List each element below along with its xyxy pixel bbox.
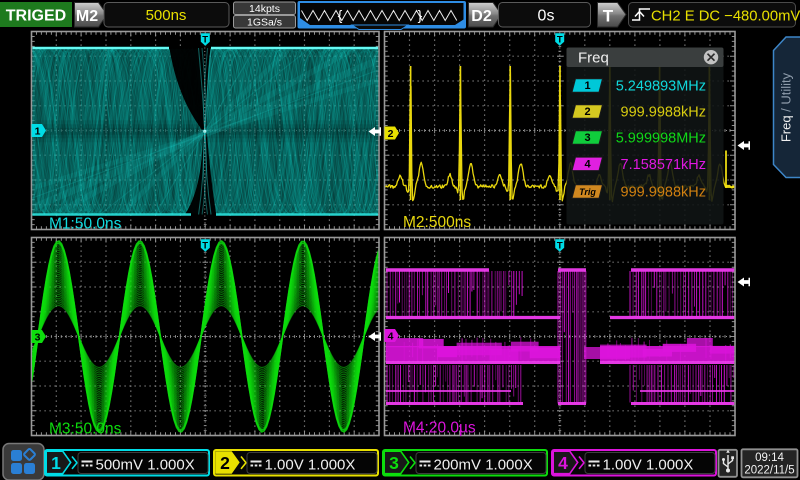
svg-text:5.999998MHz: 5.999998MHz xyxy=(616,131,706,147)
svg-text:5.249893MHz: 5.249893MHz xyxy=(616,79,706,95)
svg-text:7.158571kHz: 7.158571kHz xyxy=(621,157,706,173)
svg-text:4: 4 xyxy=(558,453,568,473)
svg-text:1: 1 xyxy=(35,125,41,137)
svg-text:2: 2 xyxy=(584,106,590,118)
svg-text:999.9988kHz: 999.9988kHz xyxy=(621,105,706,121)
svg-text:M2:500ns: M2:500ns xyxy=(403,214,471,231)
svg-text:M2: M2 xyxy=(76,8,98,25)
svg-text:Trig: Trig xyxy=(579,187,596,197)
svg-text:3: 3 xyxy=(584,132,590,144)
svg-text:M3:50.0ns: M3:50.0ns xyxy=(49,421,122,438)
svg-text:2022/11/5: 2022/11/5 xyxy=(744,465,794,477)
svg-text:2: 2 xyxy=(220,453,230,473)
svg-text:3: 3 xyxy=(35,331,41,343)
svg-text:T: T xyxy=(202,240,208,251)
svg-text:Freq: Freq xyxy=(578,50,609,67)
svg-text:T: T xyxy=(202,34,208,45)
svg-text:}: } xyxy=(418,7,423,23)
svg-text:1: 1 xyxy=(584,80,590,92)
svg-text:D2: D2 xyxy=(471,8,492,25)
svg-text:09:14: 09:14 xyxy=(755,452,784,464)
svg-text:T: T xyxy=(603,7,614,26)
svg-text:14kpts: 14kpts xyxy=(249,3,280,15)
svg-text:1GSa/s: 1GSa/s xyxy=(247,17,282,29)
svg-text:999.9988kHz: 999.9988kHz xyxy=(621,185,706,201)
svg-text:CH2 E DC −480.00mV: CH2 E DC −480.00mV xyxy=(651,9,800,25)
svg-text:500mV 1.000X: 500mV 1.000X xyxy=(96,457,195,474)
svg-text:M4:20.0µs: M4:20.0µs xyxy=(403,420,476,437)
svg-text:4: 4 xyxy=(584,158,591,170)
svg-text:T: T xyxy=(557,240,563,251)
svg-text:200mV 1.000X: 200mV 1.000X xyxy=(434,457,533,474)
svg-text:3: 3 xyxy=(389,453,399,473)
svg-text:T: T xyxy=(557,34,563,45)
svg-text:TRIGED: TRIGED xyxy=(6,8,66,25)
svg-text:M1:50.0ns: M1:50.0ns xyxy=(49,216,122,233)
svg-text:1.00V 1.000X: 1.00V 1.000X xyxy=(265,457,356,474)
svg-text:4: 4 xyxy=(388,330,394,342)
svg-text:1.00V 1.000X: 1.00V 1.000X xyxy=(603,457,694,474)
svg-text:Freq / Utility: Freq / Utility xyxy=(779,72,794,142)
svg-text:1: 1 xyxy=(51,453,61,473)
svg-text:{: { xyxy=(338,7,343,23)
svg-text:0s: 0s xyxy=(538,8,555,25)
svg-text:500ns: 500ns xyxy=(146,7,187,24)
svg-text:2: 2 xyxy=(388,128,394,140)
